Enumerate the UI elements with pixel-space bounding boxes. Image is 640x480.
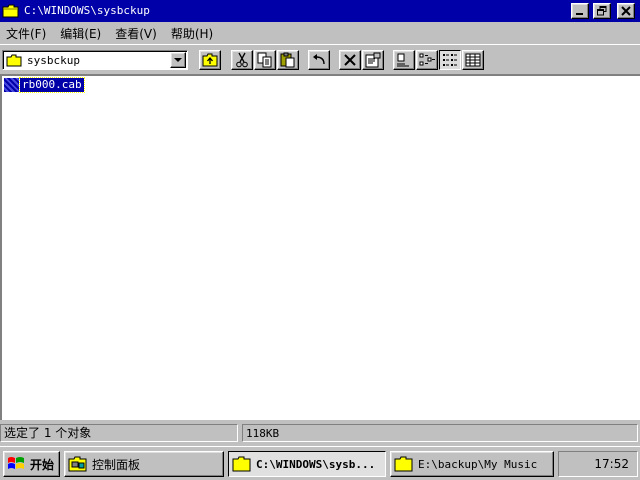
window-title: C:\WINDOWS\sysbckup: [24, 4, 150, 17]
folder-icon: [232, 456, 251, 472]
undo-icon: [313, 54, 325, 65]
start-label: 开始: [30, 457, 55, 472]
status-bar: 选定了 1 个对象 118KB: [0, 422, 640, 444]
list-view-button[interactable]: [439, 50, 461, 70]
menu-help[interactable]: 帮助(H): [171, 25, 213, 42]
list-item[interactable]: rb000.cab: [4, 77, 85, 93]
menu-bar: 文件(F) 编辑(E) 查看(V) 帮助(H): [0, 22, 640, 44]
cut-icon: [236, 52, 248, 68]
up-folder-button[interactable]: [199, 50, 221, 70]
list-view-icon: [443, 54, 457, 66]
file-name: rb000.cab: [19, 77, 85, 93]
taskbar: 开始 控制面板 C:\WINDOWS\sysb... E:\backup\My …: [0, 446, 640, 480]
task-label: 控制面板: [92, 457, 141, 472]
large-icons-button[interactable]: [393, 50, 415, 70]
cut-button[interactable]: [231, 50, 253, 70]
small-icons-button[interactable]: [416, 50, 438, 70]
address-value: sysbckup: [27, 54, 80, 67]
delete-button[interactable]: [339, 50, 361, 70]
close-button[interactable]: [617, 3, 635, 19]
taskbar-item-control-panel[interactable]: 控制面板: [64, 451, 224, 477]
close-icon: [621, 6, 631, 16]
large-icons-icon: [397, 53, 409, 67]
properties-button[interactable]: [362, 50, 384, 70]
file-list[interactable]: rb000.cab: [0, 74, 640, 420]
details-view-icon: [465, 53, 481, 67]
minimize-icon: [576, 13, 583, 15]
restore-button[interactable]: [593, 3, 611, 19]
start-button[interactable]: 开始: [3, 451, 60, 477]
menu-edit[interactable]: 编辑(E): [60, 25, 101, 42]
details-view-button[interactable]: [462, 50, 484, 70]
status-selection: 选定了 1 个对象: [0, 424, 238, 442]
task-label: C:\WINDOWS\sysb...: [256, 457, 376, 471]
small-icons-icon: [419, 53, 435, 66]
task-label: E:\backup\My Music: [418, 457, 538, 471]
copy-icon: [257, 52, 272, 68]
delete-icon: [344, 54, 356, 66]
address-dropdown-button[interactable]: [170, 52, 186, 68]
status-size: 118KB: [242, 424, 638, 442]
toolbar: sysbckup: [0, 44, 640, 74]
menu-file[interactable]: 文件(F): [6, 25, 46, 42]
address-combobox[interactable]: sysbckup: [2, 50, 188, 70]
menu-view[interactable]: 查看(V): [115, 25, 157, 42]
properties-icon: [365, 52, 381, 68]
folder-icon: [394, 456, 413, 472]
folder-icon: [2, 4, 19, 18]
minimize-button[interactable]: [571, 3, 589, 19]
restore-icon: [597, 6, 607, 16]
paste-icon: [280, 52, 295, 68]
chevron-down-icon: [174, 57, 182, 62]
cab-file-icon: [4, 78, 19, 92]
system-tray: 17:52: [558, 451, 638, 477]
paste-button[interactable]: [277, 50, 299, 70]
title-bar[interactable]: C:\WINDOWS\sysbckup: [0, 0, 640, 22]
taskbar-item-sysbckup[interactable]: C:\WINDOWS\sysb...: [228, 451, 386, 477]
control-panel-icon: [68, 456, 87, 472]
taskbar-item-my-music[interactable]: E:\backup\My Music: [390, 451, 554, 477]
windows-logo-icon: [8, 457, 24, 469]
clock[interactable]: 17:52: [594, 457, 629, 471]
copy-button[interactable]: [254, 50, 276, 70]
folder-icon: [6, 54, 22, 67]
undo-button[interactable]: [308, 50, 330, 70]
up-folder-icon: [202, 53, 218, 67]
